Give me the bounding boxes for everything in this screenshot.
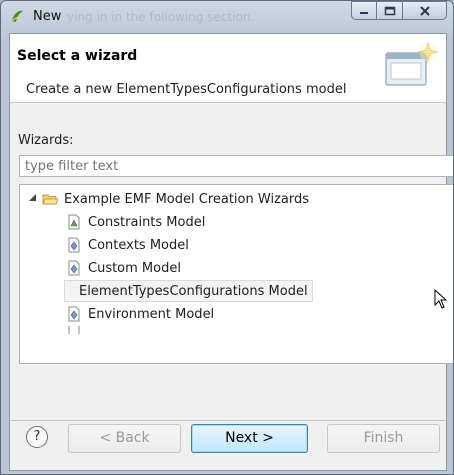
- dialog-client-area: Select a wizard Create a new ElementType…: [9, 33, 453, 471]
- close-button[interactable]: [403, 1, 447, 20]
- emf-model-icon: [68, 260, 80, 276]
- tree-item-label: Environment Model: [88, 306, 215, 322]
- maximize-button[interactable]: [377, 1, 403, 20]
- tree-item[interactable]: Constraints Model: [66, 211, 205, 233]
- window-controls: [351, 1, 447, 21]
- maximize-icon: [384, 6, 395, 15]
- minimize-icon: [360, 11, 368, 14]
- wizards-tree[interactable]: Example EMF Model Creation Wizards Const…: [19, 184, 453, 364]
- tree-item[interactable]: Custom Model: [66, 257, 181, 279]
- tree-category-label: Example EMF Model Creation Wizards: [64, 191, 309, 207]
- tree-item[interactable]: Environment Model: [66, 303, 214, 325]
- tree-item-label: Contexts Model: [88, 237, 189, 253]
- finish-button[interactable]: Finish: [327, 424, 440, 453]
- tree-item[interactable]: Contexts Model: [66, 234, 189, 256]
- tree-item-label: Constraints Model: [88, 214, 206, 230]
- icon-placeholder: [67, 283, 75, 299]
- back-button[interactable]: < Back: [68, 424, 181, 453]
- new-wizard-window: New ying in in the following section. Se…: [0, 0, 454, 475]
- folder-open-icon: [42, 194, 58, 205]
- emf-model-icon: [68, 326, 80, 334]
- button-bar-separator: [10, 420, 446, 421]
- mouse-cursor-icon: [434, 289, 448, 309]
- tree-item-label: Custom Model: [88, 260, 181, 276]
- close-icon: [419, 5, 430, 16]
- background-text: ying in in the following section.: [67, 10, 255, 24]
- tree-item-partial[interactable]: [66, 326, 88, 334]
- help-button[interactable]: ?: [26, 426, 48, 448]
- wizards-label: Wizards:: [18, 133, 74, 148]
- help-icon: ?: [33, 429, 41, 444]
- wizard-header: Select a wizard Create a new ElementType…: [10, 34, 446, 103]
- page-description: Create a new ElementTypesConfigurations …: [26, 82, 347, 97]
- emf-model-icon: [68, 237, 80, 253]
- tree-item-selected[interactable]: ElementTypesConfigurations Model: [64, 280, 313, 302]
- emf-model-icon: [68, 306, 80, 322]
- emf-model-icon: [68, 214, 80, 230]
- title-bar[interactable]: New ying in in the following section.: [1, 1, 453, 33]
- tree-item-label: ElementTypesConfigurations Model: [79, 283, 308, 299]
- page-title: Select a wizard: [17, 48, 138, 64]
- filter-input[interactable]: [19, 155, 453, 177]
- minimize-button[interactable]: [351, 1, 377, 20]
- expanded-arrow-icon[interactable]: [28, 191, 37, 207]
- tree-category-row[interactable]: Example EMF Model Creation Wizards: [28, 188, 309, 210]
- eclipse-app-icon: [11, 10, 23, 22]
- next-button[interactable]: Next >: [191, 424, 308, 453]
- window-title: New: [33, 9, 62, 24]
- wizard-banner-icon: [385, 41, 439, 86]
